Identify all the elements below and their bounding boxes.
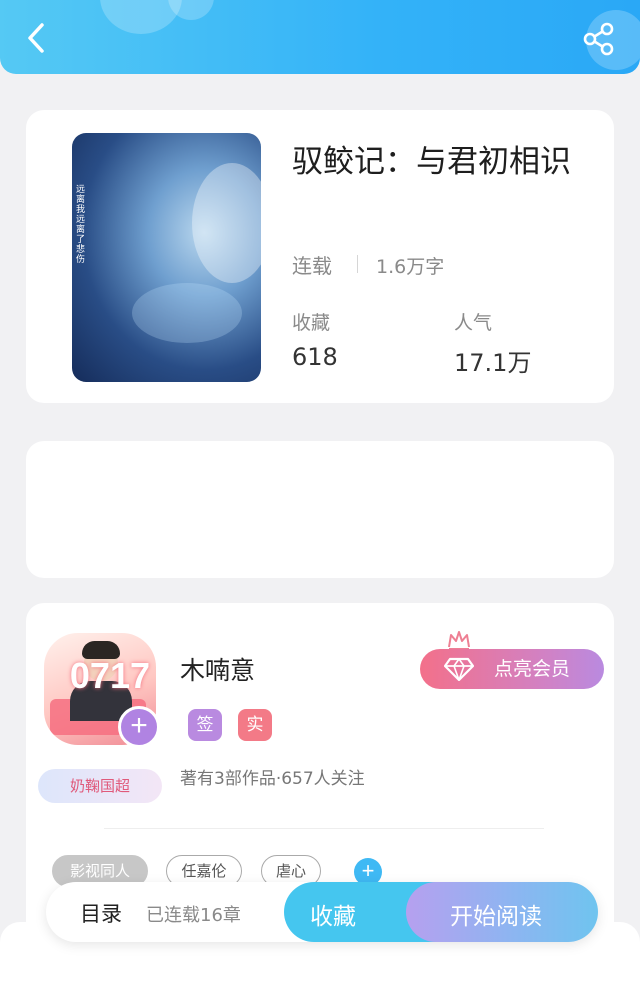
plus-icon: + [361, 858, 375, 883]
popularity-count: 17.1万 [454, 349, 532, 377]
verified-tag: 实 [238, 709, 272, 741]
crown-icon [448, 631, 470, 650]
signed-tag: 签 [188, 709, 222, 741]
popularity-label: 人气 [454, 312, 493, 334]
top-bar [0, 0, 640, 74]
author-divider [104, 828, 544, 829]
status-divider [357, 255, 358, 273]
book-title: 驭鲛记：与君初相识 [292, 144, 571, 180]
share-button[interactable] [580, 20, 618, 58]
placeholder-card [26, 441, 614, 578]
author-name[interactable]: 木喃意 [180, 651, 255, 687]
share-icon [583, 22, 614, 56]
favorite-button-label: 收藏 [310, 904, 356, 930]
plus-icon: + [130, 709, 148, 742]
start-reading-label: 开始阅读 [450, 904, 542, 930]
follow-author-button[interactable]: + [118, 706, 160, 748]
vip-membership-button[interactable]: 点亮会员 [420, 649, 604, 689]
book-cover[interactable]: 远离我远离了悲伤 [72, 133, 261, 382]
chapter-count: 已连载16章 [146, 905, 241, 926]
favorites-count: 618 [292, 343, 338, 371]
cover-glow-decoration [132, 283, 242, 343]
cover-glow-decoration [192, 163, 261, 283]
bottom-action-bar: 目录 已连载16章 收藏 开始阅读 [46, 882, 598, 942]
diamond-icon [444, 657, 474, 681]
fan-badge: 奶鞠国超 [38, 769, 162, 803]
back-button[interactable] [20, 20, 52, 56]
table-of-contents-button[interactable]: 目录 [80, 898, 122, 928]
book-info-card: 远离我远离了悲伤 驭鲛记：与君初相识 连载 1.6万字 收藏 618 人气 17… [26, 110, 614, 403]
author-meta: 著有3部作品·657人关注 [180, 769, 365, 789]
chevron-left-icon [28, 23, 44, 53]
favorites-label: 收藏 [292, 312, 331, 334]
avatar-badge-number: 0717 [69, 655, 150, 696]
start-reading-button[interactable]: 开始阅读 [406, 882, 598, 942]
vip-button-label: 点亮会员 [494, 658, 571, 680]
serial-status: 连载 [292, 254, 332, 278]
word-count: 1.6万字 [376, 256, 445, 278]
cover-text: 远离我远离了悲伤 [76, 185, 86, 265]
